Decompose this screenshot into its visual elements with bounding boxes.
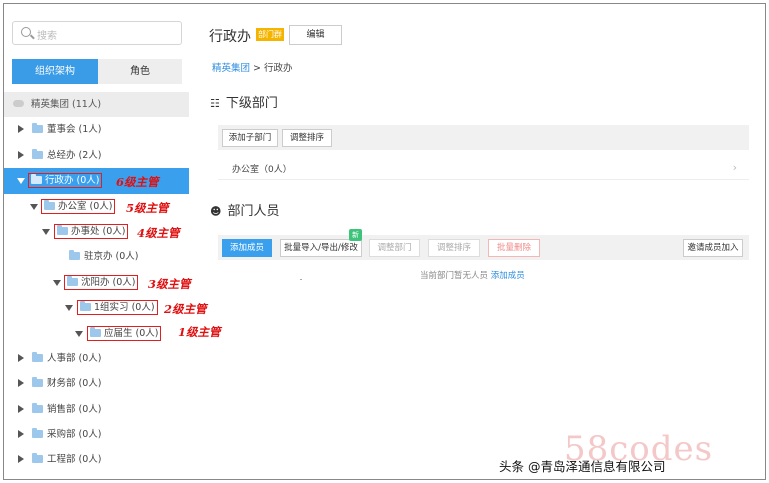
tree-item-engineering[interactable]: 工程部 (0人) <box>4 447 189 472</box>
tree-item-label: 销售部 (0人) <box>47 403 102 415</box>
folder-icon <box>57 224 68 235</box>
folder-icon <box>32 148 43 159</box>
tree-item-label: 沈阳办 (0人) <box>64 274 139 290</box>
annotation-level-5: 5级主管 <box>126 201 169 215</box>
expand-arrow-icon[interactable] <box>18 455 24 464</box>
hierarchy-icon: ☷ <box>210 97 220 110</box>
folder-icon <box>80 301 91 312</box>
new-tag-badge: 新 <box>349 229 362 241</box>
subdept-row[interactable]: 办公室（0人） › <box>218 155 749 180</box>
subdept-heading: ☷ 下级部门 <box>210 96 278 111</box>
sidebar-tabs: 组织架构 角色 <box>12 59 182 84</box>
collapse-arrow-icon[interactable] <box>65 305 73 312</box>
search-input[interactable]: 搜索 <box>12 21 182 45</box>
breadcrumb-separator: > <box>253 63 262 74</box>
annotation-level-6: 6级主管 <box>116 175 159 189</box>
page-title: 行政办 <box>209 29 251 45</box>
org-sidebar: 搜索 组织架构 角色 精英集团 (11人) 董事会 (1人) 总经办 (2人) <box>4 4 189 479</box>
invite-member-button[interactable]: 邀请成员加入 <box>683 239 743 257</box>
dept-detail-panel: 行政办 部门群 编辑 精英集团 > 行政办 ☷ 下级部门 添加子部门 调整排序 办… <box>198 4 765 479</box>
add-member-link[interactable]: 添加成员 <box>491 271 525 281</box>
edit-button[interactable]: 编辑 <box>289 25 342 45</box>
empty-members-message: 当前部门暂无人员 添加成员 <box>420 271 525 281</box>
collapse-arrow-icon[interactable] <box>75 330 83 337</box>
annotation-level-4: 4级主管 <box>137 226 180 240</box>
batch-delete-button[interactable]: 批量删除 <box>488 239 540 257</box>
adjust-order-button[interactable]: 调整排序 <box>428 239 480 257</box>
add-member-button[interactable]: 添加成员 <box>222 239 272 257</box>
collapse-arrow-icon[interactable] <box>42 228 50 235</box>
tree-item-label: 1组实习 (0人) <box>77 300 158 316</box>
tree-item-root[interactable]: 精英集团 (11人) <box>4 92 189 118</box>
expand-arrow-icon[interactable] <box>18 430 24 439</box>
search-placeholder: 搜索 <box>37 31 57 42</box>
tree-item-label: 总经办 (2人) <box>47 149 102 161</box>
folder-icon <box>31 174 42 185</box>
app-window: 搜索 组织架构 角色 精英集团 (11人) 董事会 (1人) 总经办 (2人) <box>3 3 766 480</box>
org-root-icon <box>13 100 24 107</box>
tree-item-label: 财务部 (0人) <box>47 378 102 390</box>
adjust-dept-button[interactable]: 调整部门 <box>369 239 420 257</box>
users-icon: ☻ <box>210 205 222 218</box>
tree-item-label: 办事处 (0人) <box>54 223 129 239</box>
tree-item-gm-office[interactable]: 总经办 (2人) <box>4 143 189 168</box>
folder-icon <box>90 326 101 337</box>
tree-item-label: 董事会 (1人) <box>47 124 102 136</box>
tree-item-purchasing[interactable]: 采购部 (0人) <box>4 422 189 447</box>
add-subdept-button[interactable]: 添加子部门 <box>222 129 278 147</box>
batch-import-export-button[interactable]: 批量导入/导出/修改 <box>280 239 362 257</box>
expand-arrow-icon[interactable] <box>18 150 24 159</box>
tree-item-admin-office[interactable]: 行政办 (0人) <box>4 168 189 194</box>
tree-item-label: 工程部 (0人) <box>47 454 102 466</box>
breadcrumb: 精英集团 > 行政办 <box>212 60 293 74</box>
breadcrumb-parent-link[interactable]: 精英集团 <box>212 63 250 74</box>
tree-item-label: 办公室 (0人) <box>41 198 116 214</box>
tree-item-beijing-office[interactable]: 驻京办 (0人) <box>4 244 189 269</box>
expand-arrow-icon[interactable] <box>18 125 24 134</box>
collapse-arrow-icon[interactable] <box>17 178 25 185</box>
expand-arrow-icon[interactable] <box>18 353 24 362</box>
tree-item-sales[interactable]: 销售部 (0人) <box>4 397 189 422</box>
expand-arrow-icon[interactable] <box>18 379 24 388</box>
folder-icon <box>32 453 43 464</box>
subdept-toolbar: 添加子部门 调整排序 <box>218 125 749 150</box>
tree-item-intern-group[interactable]: 1组实习 (0人) <box>4 295 189 320</box>
breadcrumb-current: 行政办 <box>264 63 293 74</box>
search-icon <box>21 27 31 37</box>
collapse-arrow-icon[interactable] <box>30 203 38 210</box>
tree-item-label: 精英集团 (11人) <box>31 99 102 110</box>
folder-icon <box>32 377 43 388</box>
folder-icon <box>32 123 43 134</box>
tree-item-label: 人事部 (0人) <box>47 352 102 364</box>
dept-group-badge[interactable]: 部门群 <box>256 28 284 41</box>
collapse-arrow-icon[interactable] <box>53 279 61 286</box>
subdept-sort-button[interactable]: 调整排序 <box>282 129 332 147</box>
loading-dot <box>300 279 302 280</box>
folder-icon <box>44 199 55 210</box>
tree-item-graduates[interactable]: 应届生 (0人) <box>4 321 189 346</box>
tree-item-label: 行政办 (0人) <box>28 173 103 189</box>
tree-item-label: 应届生 (0人) <box>87 325 162 341</box>
tree-item-label: 采购部 (0人) <box>47 429 102 441</box>
expand-arrow-icon[interactable] <box>18 404 24 413</box>
chevron-right-icon: › <box>732 161 737 174</box>
tree-item-finance[interactable]: 财务部 (0人) <box>4 371 189 396</box>
annotation-level-3: 3级主管 <box>148 277 191 291</box>
folder-icon <box>32 351 43 362</box>
members-toolbar: 添加成员 批量导入/导出/修改 新 调整部门 调整排序 批量删除 邀请成员加入 <box>218 229 749 260</box>
tree-item-label: 驻京办 (0人) <box>84 251 139 263</box>
credit-caption: 头条 @青岛泽通信息有限公司 <box>499 459 666 474</box>
subdept-name: 办公室（0人） <box>232 165 292 175</box>
tree-item-board[interactable]: 董事会 (1人) <box>4 117 189 142</box>
folder-icon <box>32 428 43 439</box>
folder-icon <box>69 250 80 261</box>
members-heading: ☻ 部门人员 <box>210 204 280 219</box>
folder-icon <box>67 275 78 286</box>
folder-icon <box>32 402 43 413</box>
tree-item-hr[interactable]: 人事部 (0人) <box>4 346 189 371</box>
tab-roles[interactable]: 角色 <box>98 59 182 84</box>
tab-org-structure[interactable]: 组织架构 <box>12 59 98 84</box>
